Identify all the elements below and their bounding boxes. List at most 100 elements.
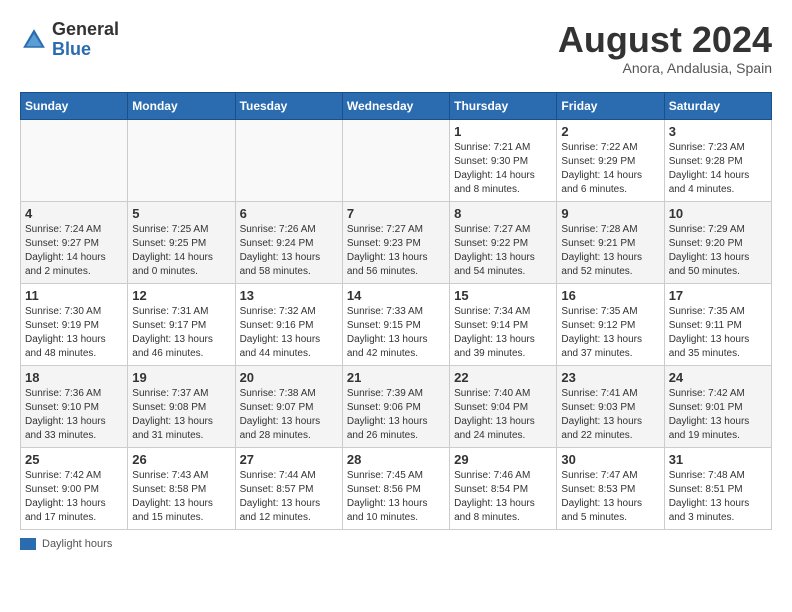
- calendar-table: SundayMondayTuesdayWednesdayThursdayFrid…: [20, 92, 772, 530]
- calendar-cell: 15 Sunrise: 7:34 AM Sunset: 9:14 PM Dayli…: [450, 283, 557, 365]
- legend-label: Daylight hours: [42, 538, 112, 550]
- day-number: 13: [240, 288, 338, 303]
- title-block: August 2024 Anora, Andalusia, Spain: [558, 20, 772, 76]
- day-info: Sunrise: 7:45 AM Sunset: 8:56 PM Dayligh…: [347, 469, 445, 525]
- day-number: 16: [561, 288, 659, 303]
- calendar-cell: 28 Sunrise: 7:45 AM Sunset: 8:56 PM Dayli…: [342, 447, 449, 529]
- column-header-monday: Monday: [128, 92, 235, 119]
- day-info: Sunrise: 7:33 AM Sunset: 9:15 PM Dayligh…: [347, 305, 445, 361]
- day-info: Sunrise: 7:39 AM Sunset: 9:06 PM Dayligh…: [347, 387, 445, 443]
- day-info: Sunrise: 7:44 AM Sunset: 8:57 PM Dayligh…: [240, 469, 338, 525]
- day-info: Sunrise: 7:40 AM Sunset: 9:04 PM Dayligh…: [454, 387, 552, 443]
- calendar-cell: 30Sunrise: 7:47 AM Sunset: 8:53 PM Dayli…: [557, 447, 664, 529]
- calendar-cell: 11Sunrise: 7:30 AM Sunset: 9:19 PM Dayli…: [21, 283, 128, 365]
- calendar-cell: 6Sunrise: 7:26 AM Sunset: 9:24 PM Daylig…: [235, 201, 342, 283]
- day-info: Sunrise: 7:28 AM Sunset: 9:21 PM Dayligh…: [561, 223, 659, 279]
- calendar-cell: 9 Sunrise: 7:28 AM Sunset: 9:21 PM Daylig…: [557, 201, 664, 283]
- calendar-cell: 4Sunrise: 7:24 AM Sunset: 9:27 PM Daylig…: [21, 201, 128, 283]
- calendar-cell: [21, 119, 128, 201]
- day-number: 22: [454, 370, 552, 385]
- calendar-cell: 1 Sunrise: 7:21 AM Sunset: 9:30 PM Daylig…: [450, 119, 557, 201]
- calendar-cell: 26 Sunrise: 7:43 AM Sunset: 8:58 PM Dayli…: [128, 447, 235, 529]
- calendar-cell: 13 Sunrise: 7:32 AM Sunset: 9:16 PM Dayli…: [235, 283, 342, 365]
- week-row-4: 18 Sunrise: 7:36 AM Sunset: 9:10 PM Dayli…: [21, 365, 772, 447]
- day-info: Sunrise: 7:41 AM Sunset: 9:03 PM Dayligh…: [561, 387, 659, 443]
- calendar-cell: [128, 119, 235, 201]
- day-number: 10: [669, 206, 767, 221]
- day-info: Sunrise: 7:43 AM Sunset: 8:58 PM Dayligh…: [132, 469, 230, 525]
- day-number: 21: [347, 370, 445, 385]
- day-number: 24: [669, 370, 767, 385]
- day-info: Sunrise: 7:38 AM Sunset: 9:07 PM Dayligh…: [240, 387, 338, 443]
- column-header-saturday: Saturday: [664, 92, 771, 119]
- calendar-cell: 27 Sunrise: 7:44 AM Sunset: 8:57 PM Dayli…: [235, 447, 342, 529]
- day-number: 31: [669, 452, 767, 467]
- day-info: Sunrise: 7:27 AM Sunset: 9:23 PM Dayligh…: [347, 223, 445, 279]
- calendar-subtitle: Anora, Andalusia, Spain: [558, 60, 772, 76]
- calendar-cell: 24Sunrise: 7:42 AM Sunset: 9:01 PM Dayli…: [664, 365, 771, 447]
- week-row-1: 1 Sunrise: 7:21 AM Sunset: 9:30 PM Daylig…: [21, 119, 772, 201]
- day-number: 17: [669, 288, 767, 303]
- day-info: Sunrise: 7:36 AM Sunset: 9:10 PM Dayligh…: [25, 387, 123, 443]
- day-number: 27: [240, 452, 338, 467]
- day-number: 6: [240, 206, 338, 221]
- day-number: 26: [132, 452, 230, 467]
- day-info: Sunrise: 7:35 AM Sunset: 9:11 PM Dayligh…: [669, 305, 767, 361]
- day-info: Sunrise: 7:22 AM Sunset: 9:29 PM Dayligh…: [561, 141, 659, 197]
- day-info: Sunrise: 7:48 AM Sunset: 8:51 PM Dayligh…: [669, 469, 767, 525]
- day-info: Sunrise: 7:25 AM Sunset: 9:25 PM Dayligh…: [132, 223, 230, 279]
- day-info: Sunrise: 7:32 AM Sunset: 9:16 PM Dayligh…: [240, 305, 338, 361]
- day-number: 1: [454, 124, 552, 139]
- calendar-cell: 16 Sunrise: 7:35 AM Sunset: 9:12 PM Dayli…: [557, 283, 664, 365]
- day-number: 29: [454, 452, 552, 467]
- calendar-cell: 21 Sunrise: 7:39 AM Sunset: 9:06 PM Dayli…: [342, 365, 449, 447]
- day-info: Sunrise: 7:37 AM Sunset: 9:08 PM Dayligh…: [132, 387, 230, 443]
- day-number: 19: [132, 370, 230, 385]
- day-info: Sunrise: 7:46 AM Sunset: 8:54 PM Dayligh…: [454, 469, 552, 525]
- calendar-cell: 20Sunrise: 7:38 AM Sunset: 9:07 PM Dayli…: [235, 365, 342, 447]
- logo-blue-text: Blue: [52, 40, 119, 60]
- calendar-cell: 29 Sunrise: 7:46 AM Sunset: 8:54 PM Dayli…: [450, 447, 557, 529]
- logo: General Blue: [20, 20, 119, 60]
- day-info: Sunrise: 7:23 AM Sunset: 9:28 PM Dayligh…: [669, 141, 767, 197]
- day-number: 25: [25, 452, 123, 467]
- day-info: Sunrise: 7:35 AM Sunset: 9:12 PM Dayligh…: [561, 305, 659, 361]
- calendar-cell: [342, 119, 449, 201]
- day-number: 30: [561, 452, 659, 467]
- calendar-cell: 12 Sunrise: 7:31 AM Sunset: 9:17 PM Dayli…: [128, 283, 235, 365]
- calendar-cell: 10 Sunrise: 7:29 AM Sunset: 9:20 PM Dayli…: [664, 201, 771, 283]
- day-number: 4: [25, 206, 123, 221]
- calendar-cell: 17 Sunrise: 7:35 AM Sunset: 9:11 PM Dayli…: [664, 283, 771, 365]
- day-number: 9: [561, 206, 659, 221]
- day-info: Sunrise: 7:29 AM Sunset: 9:20 PM Dayligh…: [669, 223, 767, 279]
- week-row-3: 11Sunrise: 7:30 AM Sunset: 9:19 PM Dayli…: [21, 283, 772, 365]
- calendar-cell: 23 Sunrise: 7:41 AM Sunset: 9:03 PM Dayli…: [557, 365, 664, 447]
- day-info: Sunrise: 7:34 AM Sunset: 9:14 PM Dayligh…: [454, 305, 552, 361]
- column-header-friday: Friday: [557, 92, 664, 119]
- day-info: Sunrise: 7:30 AM Sunset: 9:19 PM Dayligh…: [25, 305, 123, 361]
- calendar-cell: 25Sunrise: 7:42 AM Sunset: 9:00 PM Dayli…: [21, 447, 128, 529]
- page-header: General Blue August 2024 Anora, Andalusi…: [20, 20, 772, 76]
- calendar-cell: 7 Sunrise: 7:27 AM Sunset: 9:23 PM Daylig…: [342, 201, 449, 283]
- calendar-cell: 3Sunrise: 7:23 AM Sunset: 9:28 PM Daylig…: [664, 119, 771, 201]
- calendar-title: August 2024: [558, 20, 772, 60]
- day-number: 5: [132, 206, 230, 221]
- calendar-cell: 22 Sunrise: 7:40 AM Sunset: 9:04 PM Dayli…: [450, 365, 557, 447]
- legend: Daylight hours: [20, 538, 772, 550]
- calendar-cell: 8Sunrise: 7:27 AM Sunset: 9:22 PM Daylig…: [450, 201, 557, 283]
- day-info: Sunrise: 7:27 AM Sunset: 9:22 PM Dayligh…: [454, 223, 552, 279]
- day-number: 12: [132, 288, 230, 303]
- day-number: 23: [561, 370, 659, 385]
- day-number: 28: [347, 452, 445, 467]
- day-info: Sunrise: 7:21 AM Sunset: 9:30 PM Dayligh…: [454, 141, 552, 197]
- day-info: Sunrise: 7:31 AM Sunset: 9:17 PM Dayligh…: [132, 305, 230, 361]
- column-header-sunday: Sunday: [21, 92, 128, 119]
- logo-icon: [20, 26, 48, 54]
- calendar-cell: 2 Sunrise: 7:22 AM Sunset: 9:29 PM Daylig…: [557, 119, 664, 201]
- day-number: 7: [347, 206, 445, 221]
- day-number: 15: [454, 288, 552, 303]
- week-row-2: 4Sunrise: 7:24 AM Sunset: 9:27 PM Daylig…: [21, 201, 772, 283]
- day-number: 18: [25, 370, 123, 385]
- day-number: 2: [561, 124, 659, 139]
- calendar-cell: 5 Sunrise: 7:25 AM Sunset: 9:25 PM Daylig…: [128, 201, 235, 283]
